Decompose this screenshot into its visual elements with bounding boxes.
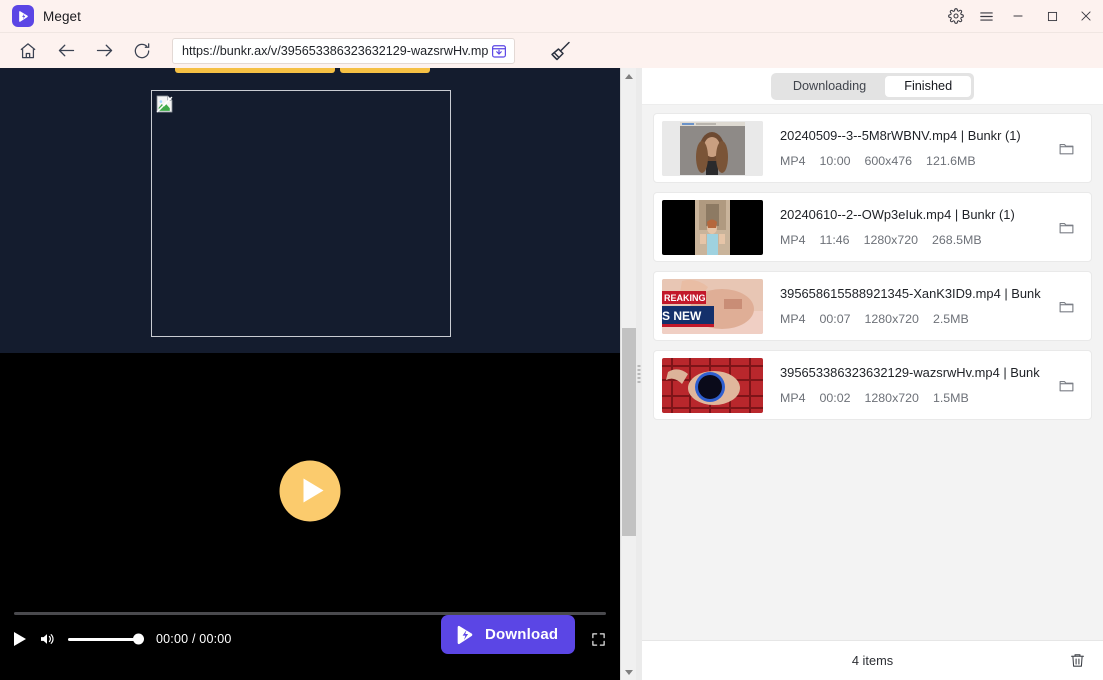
close-icon[interactable]: [1069, 0, 1103, 33]
downloads-panel: Downloading Finished 20240509--3--5M8rWB…: [642, 68, 1103, 680]
folder-icon[interactable]: [1053, 135, 1079, 161]
web-content-area: [0, 68, 620, 353]
video-player[interactable]: 00:00 / 00:00 Download: [0, 353, 620, 680]
volume-icon[interactable]: [38, 630, 56, 648]
file-title: 20240509--3--5M8rWBNV.mp4 | Bunkr (1): [780, 128, 1021, 143]
trash-icon[interactable]: [1065, 649, 1089, 673]
page-banner-primary[interactable]: [175, 68, 335, 73]
minimize-icon[interactable]: [1001, 0, 1035, 33]
scroll-up-arrow-icon[interactable]: [621, 68, 637, 84]
file-format: MP4: [780, 312, 806, 326]
table-row[interactable]: 20240610--2--OWp3eIuk.mp4 | Bunkr (1) MP…: [653, 192, 1092, 262]
file-format: MP4: [780, 154, 806, 168]
downloads-tab-group: Downloading Finished: [770, 72, 975, 100]
fullscreen-icon[interactable]: [591, 632, 606, 647]
scroll-down-arrow-icon[interactable]: [621, 664, 637, 680]
maximize-icon[interactable]: [1035, 0, 1069, 33]
app-window: Meget https://bunkr.ax/v/395653386323632…: [0, 0, 1103, 680]
address-bar[interactable]: https://bunkr.ax/v/395653386323632129-wa…: [172, 37, 515, 64]
row-content: 20240610--2--OWp3eIuk.mp4 | Bunkr (1) MP…: [763, 207, 1053, 247]
file-title: 395658615588921345-XanK3ID9.mp4 | Bunk: [780, 286, 1041, 301]
file-duration: 10:00: [819, 154, 851, 168]
video-time-display: 00:00 / 00:00: [156, 632, 232, 646]
splitter-grip-icon: [637, 365, 641, 383]
video-thumbnail: REAKING S NEW: [662, 278, 763, 334]
home-icon[interactable]: [16, 39, 40, 63]
window-controls: [941, 0, 1103, 33]
url-input[interactable]: https://bunkr.ax/v/395653386323632129-wa…: [182, 44, 490, 58]
file-duration: 00:02: [819, 391, 851, 405]
play-triangle: [303, 478, 323, 503]
hamburger-menu-icon[interactable]: [971, 0, 1001, 33]
tab-downloading[interactable]: Downloading: [774, 76, 885, 97]
file-meta: MP4 00:07 1280x720 2.5MB: [780, 312, 1053, 326]
downloads-tabs-bar: Downloading Finished: [642, 68, 1103, 105]
scrollbar-track[interactable]: [621, 84, 637, 664]
table-row[interactable]: 395653386323632129-wazsrwHv.mp4 | Bunk M…: [653, 350, 1092, 420]
volume-slider-knob[interactable]: [133, 633, 144, 645]
browser-scrollbar[interactable]: [620, 68, 636, 680]
panel-splitter[interactable]: [636, 68, 642, 680]
folder-icon[interactable]: [1053, 372, 1079, 398]
file-resolution: 1280x720: [863, 233, 919, 247]
folder-icon[interactable]: [1053, 293, 1079, 319]
video-thumbnail: [662, 357, 763, 413]
file-title: 20240610--2--OWp3eIuk.mp4 | Bunkr (1): [780, 207, 1015, 222]
page-banner-secondary[interactable]: [340, 68, 430, 73]
navigation-bar: https://bunkr.ax/v/395653386323632129-wa…: [0, 33, 1103, 68]
app-title: Meget: [43, 8, 82, 24]
volume-slider[interactable]: [68, 633, 144, 645]
play-icon[interactable]: [14, 632, 26, 646]
file-size: 1.5MB: [932, 391, 969, 405]
svg-text:S NEW: S NEW: [662, 309, 702, 323]
download-box-icon[interactable]: [490, 42, 508, 60]
tab-finished[interactable]: Finished: [885, 75, 972, 97]
video-thumbnail: [662, 120, 763, 176]
download-button-label: Download: [485, 626, 559, 643]
page-top-banners: [175, 68, 430, 73]
arrow-right-icon[interactable]: [92, 39, 116, 63]
file-resolution: 600x476: [864, 154, 913, 168]
meget-logo-icon: [12, 5, 34, 27]
file-size: 2.5MB: [932, 312, 969, 326]
row-content: 395658615588921345-XanK3ID9.mp4 | Bunk M…: [763, 286, 1053, 326]
file-meta: MP4 11:46 1280x720 268.5MB: [780, 233, 1053, 247]
broom-clean-icon[interactable]: [549, 39, 573, 63]
app-brand: Meget: [0, 5, 81, 27]
file-duration: 00:07: [819, 312, 851, 326]
table-row[interactable]: REAKING S NEW 395658615588921345-XanK3ID…: [653, 271, 1092, 341]
download-button[interactable]: Download: [441, 615, 576, 654]
browser-panel: 00:00 / 00:00 Download: [0, 68, 620, 680]
file-meta: MP4 10:00 600x476 121.6MB: [780, 154, 1053, 168]
row-content: 20240509--3--5M8rWBNV.mp4 | Bunkr (1) MP…: [763, 128, 1053, 168]
item-count-label: 4 items: [851, 653, 894, 668]
file-size: 268.5MB: [932, 233, 982, 247]
downloads-list[interactable]: 20240509--3--5M8rWBNV.mp4 | Bunkr (1) MP…: [642, 105, 1103, 640]
table-row[interactable]: 20240509--3--5M8rWBNV.mp4 | Bunkr (1) MP…: [653, 113, 1092, 183]
video-thumbnail: [662, 199, 763, 255]
title-bar: Meget: [0, 0, 1103, 33]
row-content: 395653386323632129-wazsrwHv.mp4 | Bunk M…: [763, 365, 1053, 405]
file-resolution: 1280x720: [864, 391, 919, 405]
file-format: MP4: [780, 391, 806, 405]
arrow-left-icon[interactable]: [54, 39, 78, 63]
file-title: 395653386323632129-wazsrwHv.mp4 | Bunk: [780, 365, 1040, 380]
file-duration: 11:46: [819, 233, 850, 247]
play-circle-icon[interactable]: [279, 460, 341, 521]
file-size: 121.6MB: [926, 154, 976, 168]
downloads-status-bar: 4 items: [642, 640, 1103, 680]
folder-icon[interactable]: [1053, 214, 1079, 240]
file-resolution: 1280x720: [864, 312, 919, 326]
broken-image-icon: [156, 95, 173, 113]
file-format: MP4: [780, 233, 806, 247]
svg-text:REAKING: REAKING: [664, 293, 706, 303]
meget-logo-icon: [457, 625, 473, 644]
main-body: 00:00 / 00:00 Download Downloading Finis…: [0, 68, 1103, 680]
file-meta: MP4 00:02 1280x720 1.5MB: [780, 391, 1053, 405]
gear-icon[interactable]: [941, 0, 971, 33]
page-image-frame: [151, 90, 451, 337]
reload-icon[interactable]: [130, 39, 154, 63]
scrollbar-thumb[interactable]: [621, 327, 636, 537]
